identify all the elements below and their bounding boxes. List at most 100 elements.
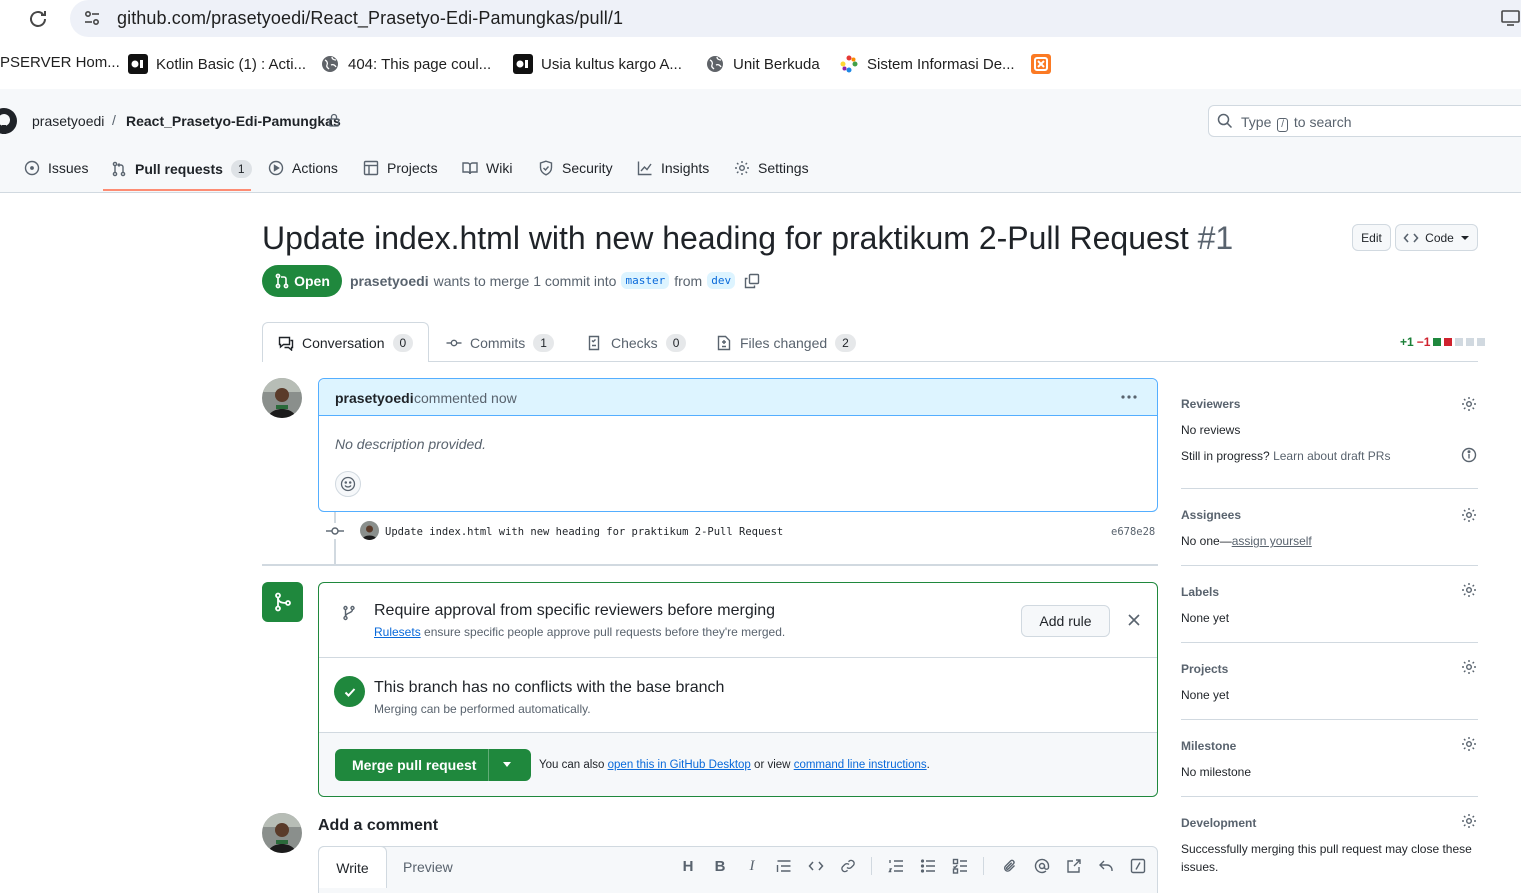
open-in-desktop-link[interactable]: open this in GitHub Desktop xyxy=(608,759,751,771)
tab-conversation[interactable]: Conversation 0 xyxy=(278,334,414,352)
reload-icon[interactable] xyxy=(26,7,50,31)
kebab-menu-icon[interactable] xyxy=(1119,387,1139,407)
milestone-value: No milestone xyxy=(1181,765,1252,779)
gear-icon[interactable] xyxy=(1461,582,1477,598)
milestone-title[interactable]: Milestone xyxy=(1181,739,1236,753)
learn-draft-prs-link[interactable]: Learn about draft PRs xyxy=(1273,449,1390,463)
quote-icon[interactable] xyxy=(775,857,793,875)
cross-reference-icon[interactable] xyxy=(1065,857,1083,875)
pr-author-link[interactable]: prasetyoedi xyxy=(350,273,429,289)
assign-yourself-link[interactable]: assign yourself xyxy=(1232,534,1312,548)
code-icon[interactable] xyxy=(807,857,825,875)
reply-icon[interactable] xyxy=(1097,857,1115,875)
pr-title: Update index.html with new heading for p… xyxy=(262,220,1233,257)
breadcrumb-separator: / xyxy=(112,112,116,128)
gear-icon[interactable] xyxy=(1461,659,1477,675)
site-settings-icon[interactable] xyxy=(82,8,102,28)
bookmark-label: Unit Berkuda xyxy=(733,55,820,73)
bookmark-item[interactable]: PSERVER Hom... xyxy=(0,54,120,71)
pr-number: #1 xyxy=(1197,220,1234,256)
tab-preview[interactable]: Preview xyxy=(403,859,453,875)
repo-name-link[interactable]: React_Prasetyo-Edi-Pamungkas xyxy=(126,113,341,129)
bold-icon[interactable]: B xyxy=(711,857,729,875)
bookmark-item[interactable]: Kotlin Basic (1) : Acti... xyxy=(128,54,306,74)
avatar[interactable] xyxy=(262,378,302,418)
install-app-icon[interactable] xyxy=(1500,8,1521,28)
search-input[interactable]: Type / to search xyxy=(1208,105,1521,137)
task-list-icon[interactable] xyxy=(951,857,969,875)
mention-icon[interactable] xyxy=(1033,857,1051,875)
tab-label: Wiki xyxy=(486,160,513,176)
tab-write[interactable]: Write xyxy=(318,846,387,888)
bookmark-label: Kotlin Basic (1) : Acti... xyxy=(156,55,307,73)
command-line-instructions-link[interactable]: command line instructions xyxy=(794,759,927,771)
tab-insights[interactable]: Insights xyxy=(637,160,709,176)
development-title[interactable]: Development xyxy=(1181,816,1256,830)
merge-options-caret-icon[interactable] xyxy=(503,762,511,767)
tab-label: Settings xyxy=(758,160,809,176)
code-button-label: Code xyxy=(1425,230,1454,245)
bookmark-item[interactable]: Usia kultus kargo A... xyxy=(513,54,682,74)
attach-icon[interactable] xyxy=(1001,857,1019,875)
merge-alt-middle: or view xyxy=(754,759,791,771)
add-reaction-button[interactable] xyxy=(335,471,361,497)
link-icon[interactable] xyxy=(839,857,857,875)
tab-files-changed[interactable]: Files changed 2 xyxy=(716,334,856,352)
search-prefix: Type xyxy=(1241,114,1272,130)
close-icon[interactable] xyxy=(1127,613,1141,627)
rulesets-link[interactable]: Rulesets xyxy=(374,625,421,639)
slash-commands-icon[interactable] xyxy=(1129,857,1147,875)
head-branch[interactable]: dev xyxy=(707,272,736,289)
tab-wiki[interactable]: Wiki xyxy=(462,160,512,176)
tab-commits[interactable]: Commits 1 xyxy=(446,334,554,352)
gear-icon[interactable] xyxy=(1461,736,1477,752)
info-icon[interactable] xyxy=(1461,447,1477,463)
heading-icon[interactable]: H xyxy=(679,857,697,875)
pr-description-comment: prasetyoedi commented now No description… xyxy=(318,378,1158,512)
base-branch[interactable]: master xyxy=(621,272,670,289)
reviewers-title[interactable]: Reviewers xyxy=(1181,397,1240,411)
edit-button-label: Edit xyxy=(1361,230,1382,245)
assignees-title[interactable]: Assignees xyxy=(1181,508,1241,522)
tab-actions[interactable]: Actions xyxy=(268,160,338,176)
gear-icon[interactable] xyxy=(1461,813,1477,829)
add-rule-button[interactable]: Add rule xyxy=(1021,605,1110,637)
github-logo-icon[interactable] xyxy=(0,107,18,135)
edit-title-button[interactable]: Edit xyxy=(1352,224,1391,251)
tab-security[interactable]: Security xyxy=(538,160,613,176)
sidebar-divider xyxy=(1181,642,1478,643)
add-rule-label: Add rule xyxy=(1039,613,1092,629)
tab-checks[interactable]: Checks 0 xyxy=(587,334,687,352)
code-dropdown-button[interactable]: Code xyxy=(1395,224,1478,251)
sidebar-divider xyxy=(1181,796,1478,797)
url-text[interactable]: github.com/prasetyoedi/React_Prasetyo-Ed… xyxy=(117,8,623,29)
merge-pull-request-button[interactable]: Merge pull request xyxy=(335,749,531,781)
labels-title[interactable]: Labels xyxy=(1181,585,1219,599)
unordered-list-icon[interactable] xyxy=(919,857,937,875)
comment-author-link[interactable]: prasetyoedi xyxy=(335,390,414,406)
gear-icon[interactable] xyxy=(1461,507,1477,523)
projects-title[interactable]: Projects xyxy=(1181,662,1228,676)
repo-owner-link[interactable]: prasetyoedi xyxy=(32,113,104,129)
pull-request-icon xyxy=(112,161,126,177)
bookmark-item[interactable] xyxy=(1031,54,1051,74)
copy-icon[interactable] xyxy=(744,273,760,289)
bookmark-item[interactable]: Unit Berkuda xyxy=(705,54,820,74)
xampp-icon xyxy=(1031,54,1051,74)
tab-issues[interactable]: Issues xyxy=(24,160,88,176)
tab-settings[interactable]: Settings xyxy=(734,160,809,176)
merge-alt-suffix: . xyxy=(926,759,930,771)
tab-pull-requests[interactable]: Pull requests 1 xyxy=(111,160,252,178)
gear-icon[interactable] xyxy=(1461,396,1477,412)
commit-sha-link[interactable]: e678e28 xyxy=(1111,526,1155,538)
comment-timestamp[interactable]: commented now xyxy=(414,390,517,406)
avatar[interactable] xyxy=(262,813,302,853)
commit-author-avatar[interactable] xyxy=(360,521,379,540)
commit-message-link[interactable]: Update index.html with new heading for p… xyxy=(385,526,783,538)
bookmark-item[interactable]: 404: This page coul... xyxy=(320,54,491,74)
bookmark-item[interactable]: Sistem Informasi De... xyxy=(839,54,1015,74)
italic-icon[interactable]: I xyxy=(743,857,761,875)
ordered-list-icon[interactable] xyxy=(887,857,905,875)
commit-icon xyxy=(326,523,344,539)
tab-projects[interactable]: Projects xyxy=(363,160,438,176)
